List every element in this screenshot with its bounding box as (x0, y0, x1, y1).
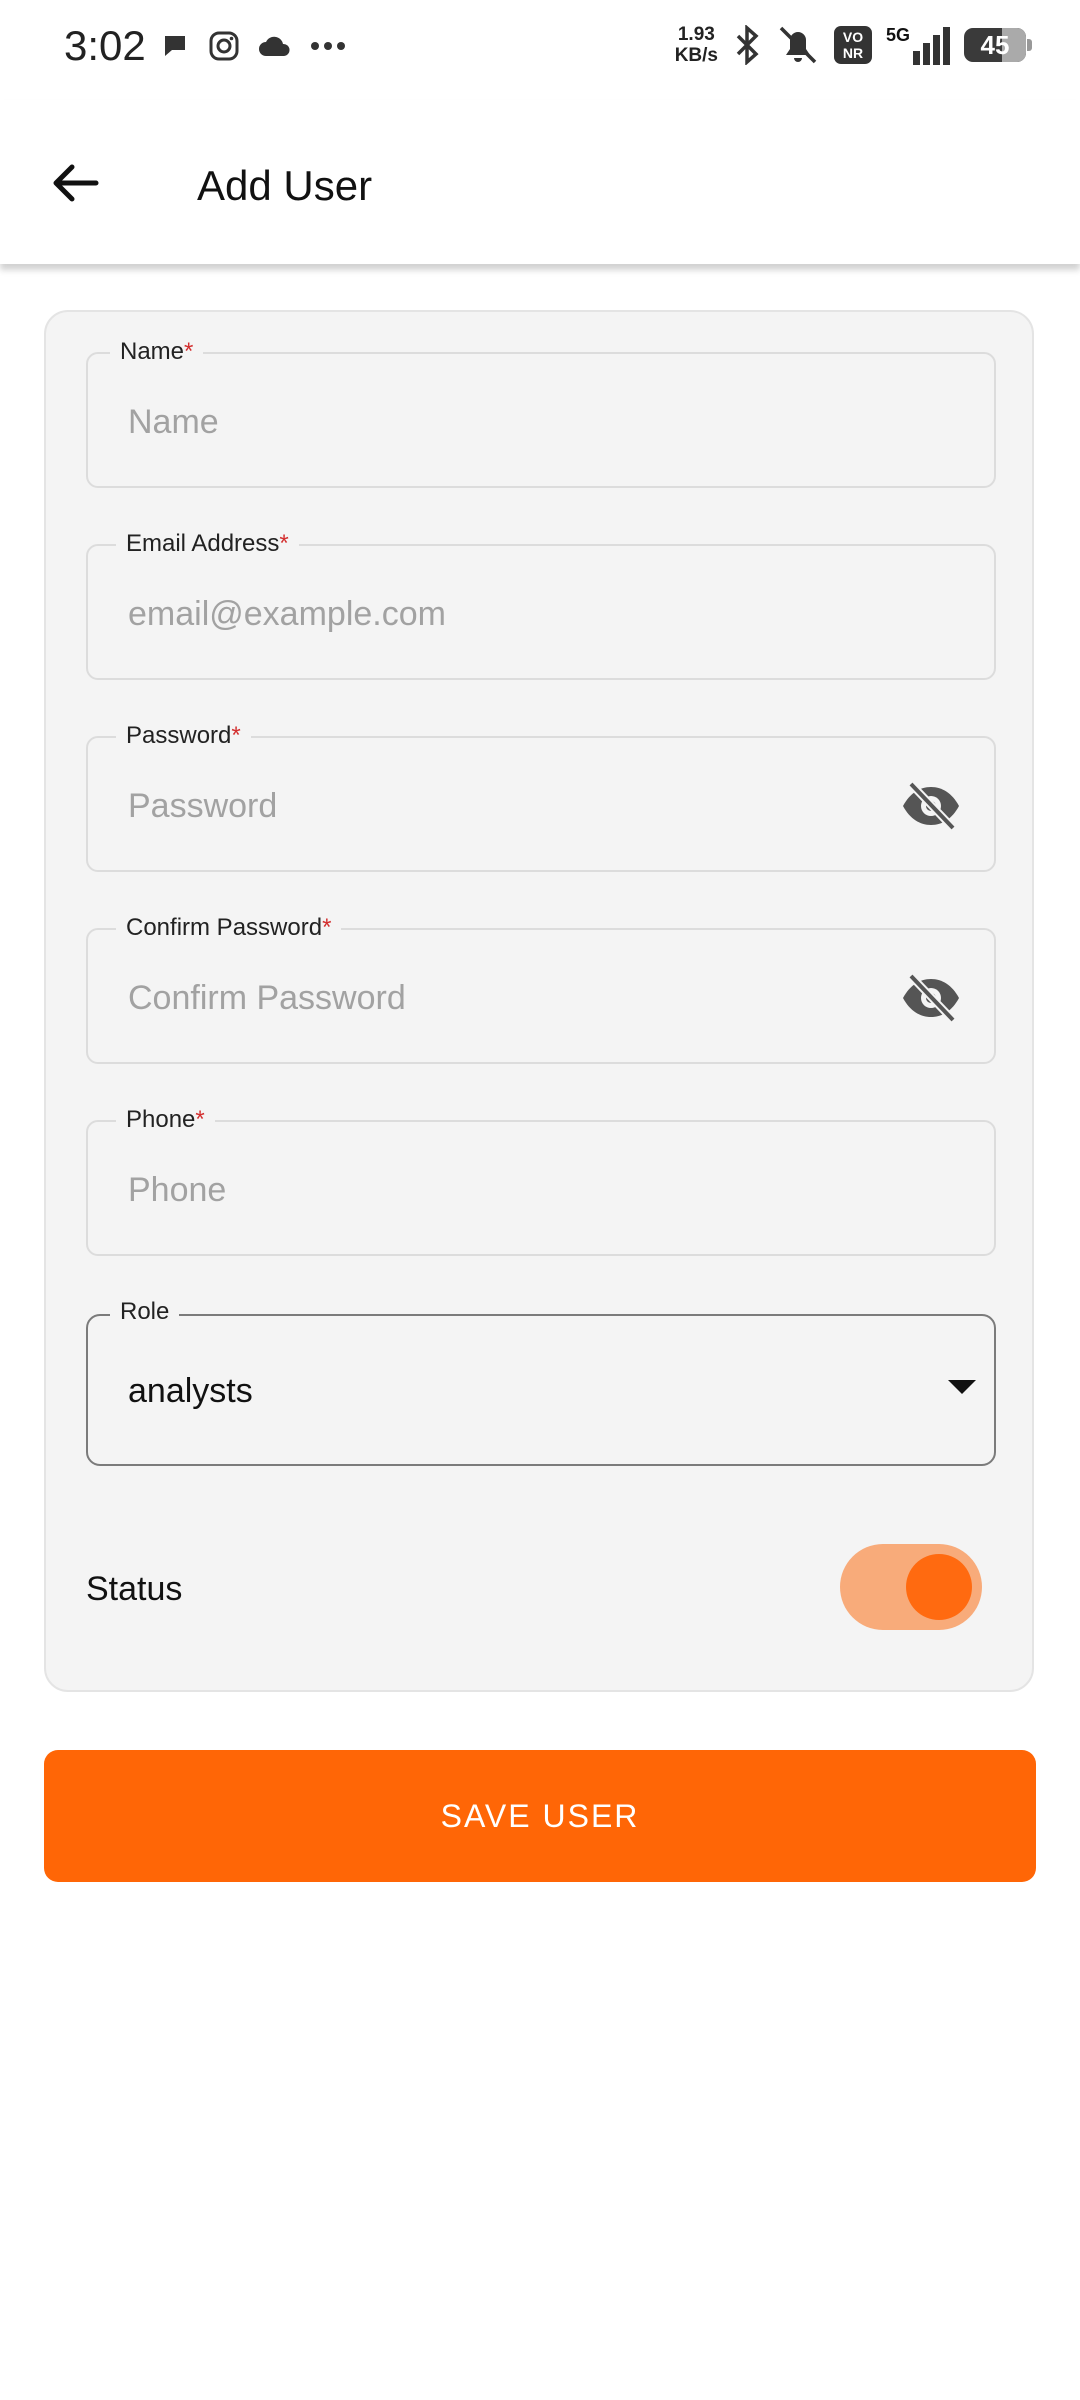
role-label: Role (110, 1298, 180, 1326)
required-mark: * (231, 722, 241, 749)
password-input[interactable] (128, 778, 888, 834)
password-label: Password (126, 722, 232, 749)
role-dropdown[interactable]: Role analysts (86, 1298, 996, 1466)
notifications-muted-icon (779, 26, 817, 64)
required-mark: * (195, 1106, 205, 1133)
phone-field[interactable]: Phone* (86, 1106, 996, 1256)
phone-label: Phone (126, 1106, 196, 1133)
app-bar: Add User (0, 100, 1080, 264)
phone-input[interactable] (128, 1162, 888, 1218)
save-user-button[interactable]: SAVE USER (44, 1750, 1036, 1882)
status-bar: 3:02 1.93 KB/s VO NR 5G 45 (0, 0, 1080, 100)
volte-icon: VO NR (833, 26, 872, 64)
add-user-form: Name* Email Address* Password* Confirm P… (44, 310, 1034, 1692)
password-field[interactable]: Password* (86, 722, 996, 872)
visibility-off-icon[interactable] (900, 778, 962, 834)
status-time: 3:02 (64, 22, 146, 69)
battery-icon: 45 (964, 28, 1032, 62)
required-mark: * (322, 914, 332, 941)
network-speed: 1.93 KB/s (674, 24, 718, 66)
name-field[interactable]: Name* (86, 338, 996, 488)
page-title: Add User (197, 162, 373, 209)
toggle-knob (906, 1554, 972, 1620)
email-label: Email Address (126, 530, 280, 557)
required-mark: * (279, 530, 289, 557)
confirm-password-field[interactable]: Confirm Password* (86, 914, 996, 1064)
status-label: Status (86, 1570, 183, 1608)
status-toggle[interactable] (840, 1544, 982, 1630)
confirm-password-label: Confirm Password (126, 914, 323, 941)
cloud-icon (259, 36, 290, 56)
role-selected-value: analysts (128, 1372, 253, 1410)
more-dots-icon (311, 42, 345, 50)
name-input[interactable] (128, 394, 888, 450)
dropdown-arrow-icon[interactable] (948, 1380, 976, 1394)
visibility-off-icon[interactable] (900, 970, 962, 1026)
back-arrow-icon[interactable] (50, 158, 100, 208)
confirm-password-input[interactable] (128, 970, 888, 1026)
bluetooth-icon (736, 25, 759, 65)
email-field[interactable]: Email Address* (86, 530, 996, 680)
signal-icon: 5G (886, 25, 950, 65)
name-label: Name (120, 338, 185, 365)
chat-bubble-icon (165, 36, 185, 56)
email-input[interactable] (128, 586, 888, 642)
required-mark: * (184, 338, 194, 365)
instagram-icon (209, 31, 239, 61)
